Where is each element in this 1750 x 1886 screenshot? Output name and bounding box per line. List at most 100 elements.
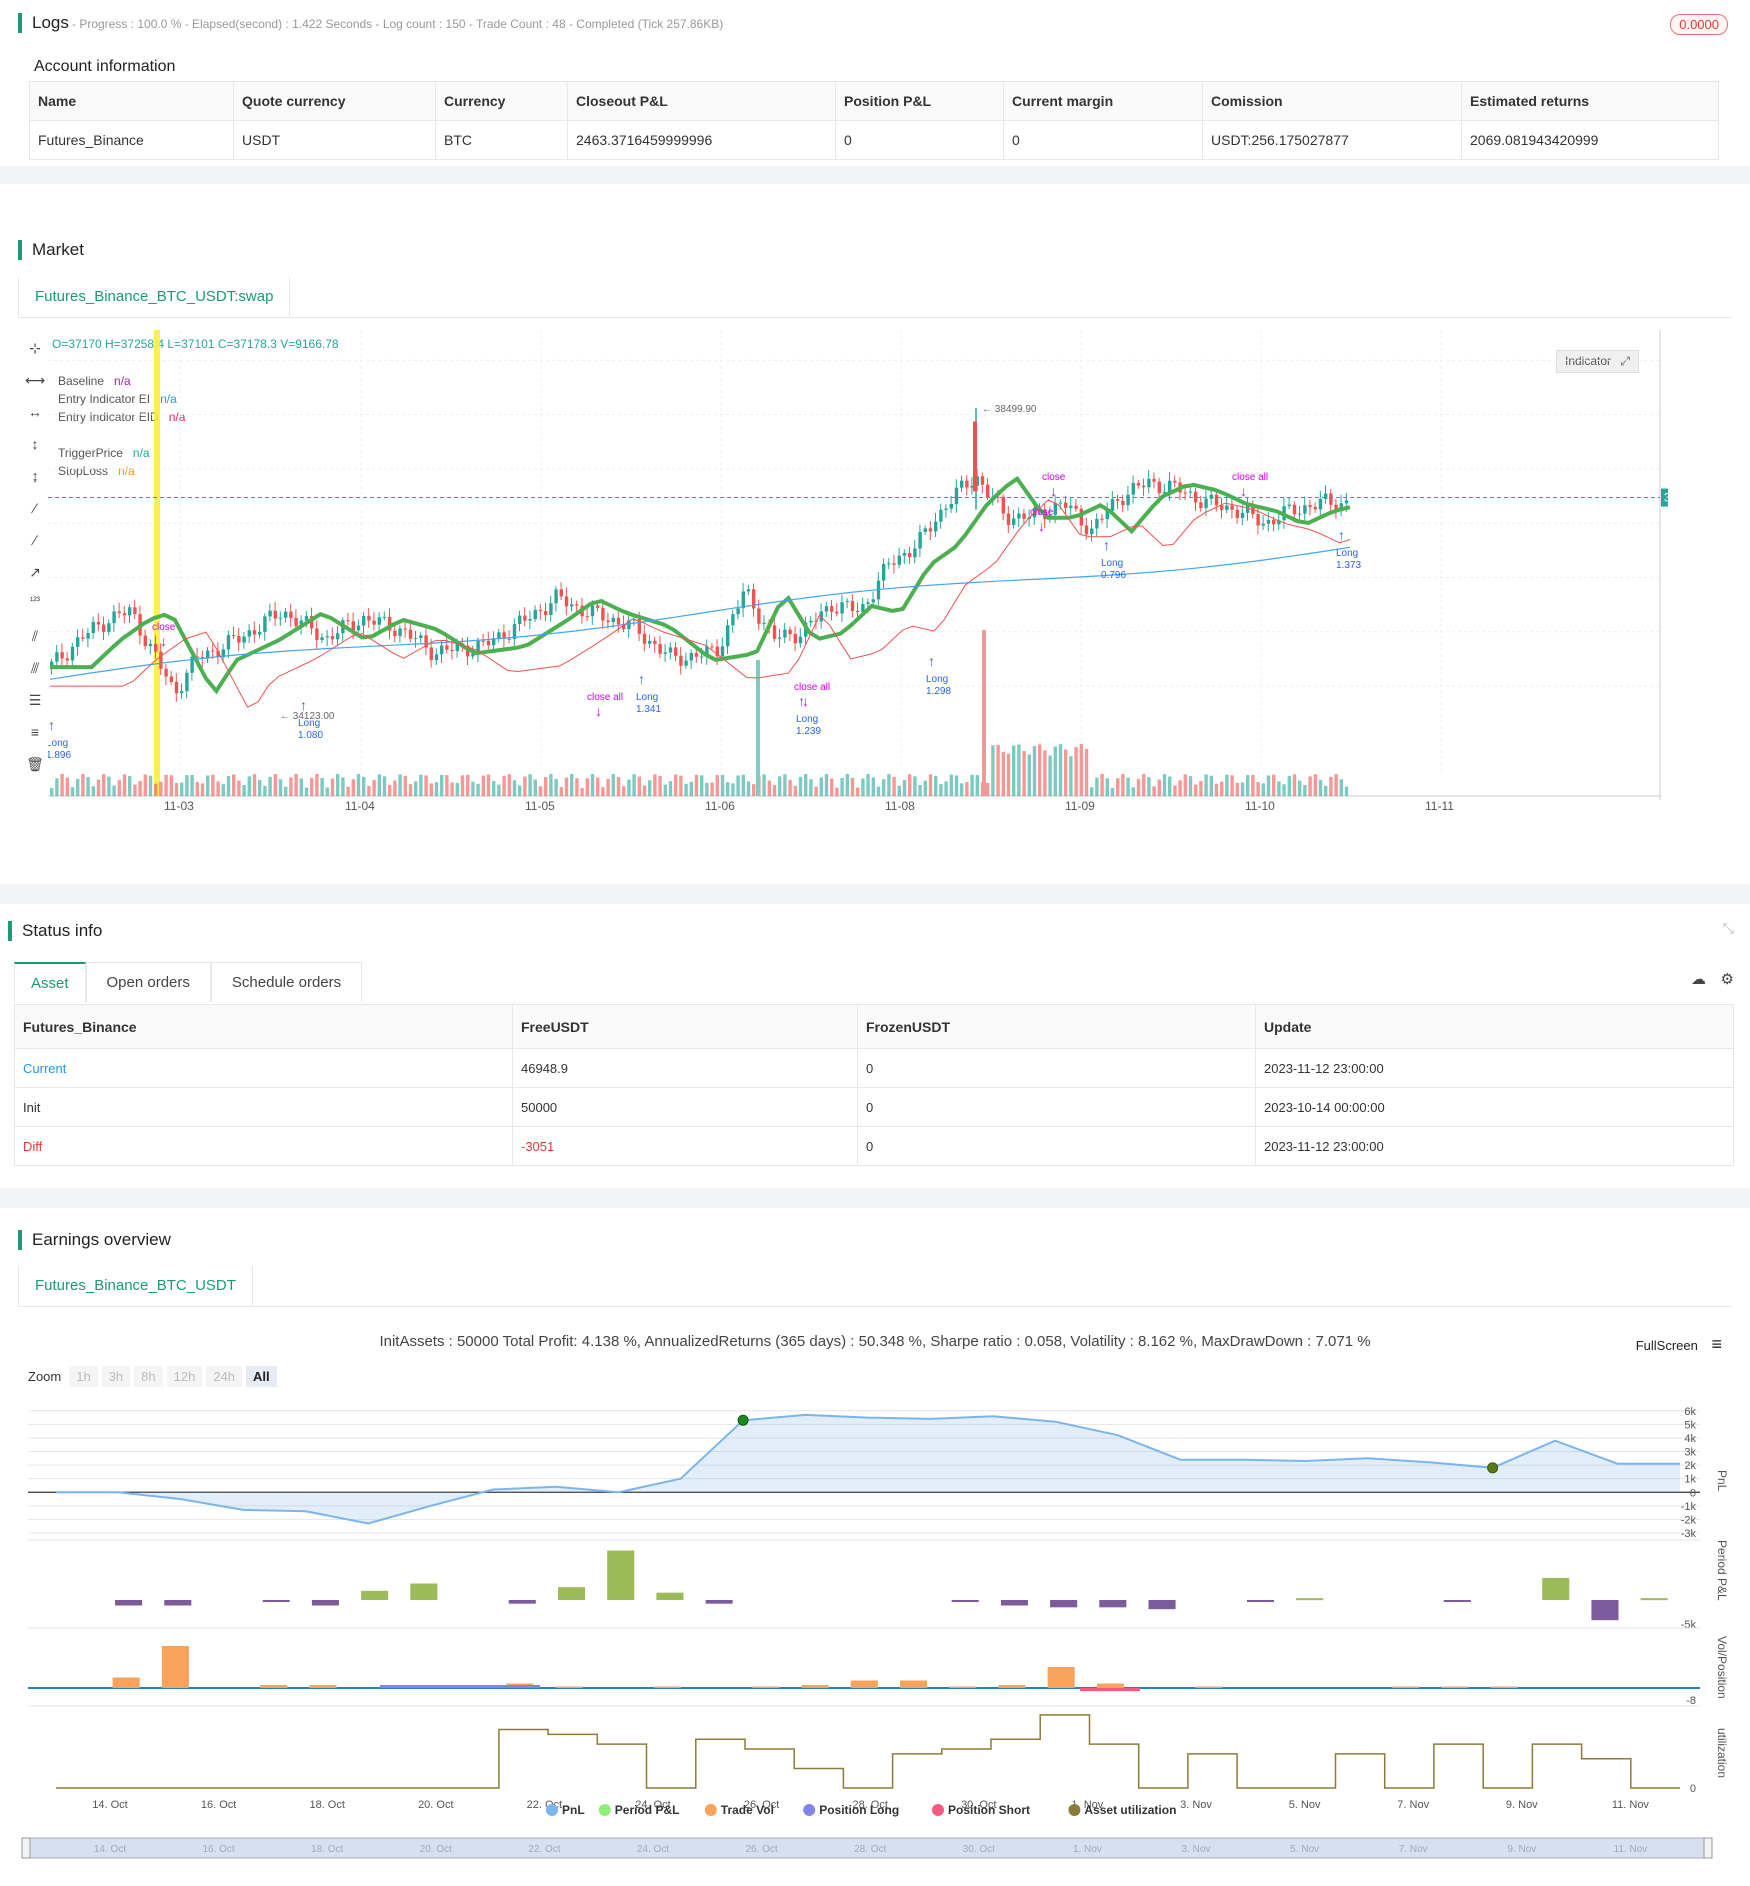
volume-bar [419,774,423,796]
candlestick-chart[interactable]: 39200.0038400.0037600.0036800.0036000.00… [48,330,1668,850]
volume-bar [1048,755,1052,796]
candle-body [1230,505,1234,510]
candle-body [1199,502,1203,509]
volume-bar [1079,744,1083,796]
settings-lines-icon[interactable]: ≡ [22,724,48,756]
period-bar [1000,1600,1028,1606]
vertical-line-icon[interactable]: ↕ [22,436,48,468]
volume-bar [377,774,381,796]
candle-body [1017,513,1021,519]
highlight-bar [154,330,160,796]
close-annotation: close all [794,682,830,693]
candle-body [1147,478,1151,488]
volume-bar [122,774,127,796]
tab-schedule-orders[interactable]: Schedule orders [210,962,363,1002]
zoom-12h[interactable]: 12h [166,1366,203,1387]
period-bar [311,1600,339,1606]
volume-bar [1110,787,1115,796]
zoom-3h[interactable]: 3h [101,1366,131,1387]
ray-tool-icon[interactable]: ↔ [22,404,48,436]
zoom-1h[interactable]: 1h [69,1366,98,1387]
extended-line-icon[interactable]: ∕ [22,532,48,564]
volume-bar [991,745,995,796]
fullscreen-button[interactable]: FullScreen ≡ [1636,1334,1722,1355]
account-header: Currency [435,81,568,121]
navigator-label: 14. Oct [94,1844,126,1855]
line-tool-icon[interactable]: ⟷ [22,372,48,404]
asset-header-row: Futures_Binance FreeUSDT FrozenUSDT Upda… [14,1004,1734,1049]
trade-vol-bar [1047,1667,1075,1688]
vertical-ray-icon[interactable]: ↨ [22,468,48,500]
candle-body [684,660,688,666]
candle-body [382,616,387,618]
candle-body [616,617,621,625]
candle-body [445,645,449,650]
volume-bar [923,780,927,796]
asset-cell: 0 [857,1048,1256,1088]
zoom-8h[interactable]: 8h [134,1366,163,1387]
earnings-chart[interactable]: 6k5k4k3k2k1k0-1k-2k-3kPnL-5kPeriod P&L-8… [0,1390,1750,1886]
cloud-download-icon[interactable]: ☁ [1691,970,1706,988]
logs-badge[interactable]: 0.0000 [1670,14,1728,35]
candle-body [648,640,652,644]
candle-body [252,630,257,635]
trade-size-label: 1.341 [636,704,661,715]
volume-bar [398,774,402,796]
candle-body [1053,502,1057,515]
period-bar [1148,1600,1176,1610]
candle-body [918,531,922,549]
account-table: Name Quote currency Currency Closeout P&… [29,81,1719,160]
volume-bar [310,777,314,796]
volume-bar [273,774,277,796]
account-cell: 2069.081943420999 [1461,120,1719,160]
price-label-icon[interactable]: ¹²³ [22,596,48,628]
zoom-all[interactable]: All [246,1366,277,1387]
navigator-label: 30. Oct [963,1844,995,1855]
crosshair-tool-icon[interactable]: ⊹ [22,340,48,372]
legend-label: Position Long [819,1803,899,1817]
volume-bar [356,774,361,796]
period-bar [262,1600,290,1602]
candle-body [372,620,376,625]
candle-body [575,604,579,606]
trash-icon[interactable]: 🗑 [22,756,48,788]
candle-body [1136,482,1141,486]
volume-bar [195,782,199,796]
collapse-icon[interactable]: ⤡ [1723,920,1734,937]
arrow-line-icon[interactable]: ↗ [22,564,48,596]
volume-bar [1344,786,1349,796]
candle-body [1095,518,1099,529]
gear-icon[interactable]: ⚙ [1721,970,1734,988]
volume-bar [746,781,751,796]
fib-icon[interactable]: ☰ [22,692,48,724]
parallel-channel-icon[interactable]: ⫽ [22,628,48,660]
candle-body [1298,513,1302,515]
candle-body [1266,519,1271,524]
candle-body [726,625,730,647]
zoom-24h[interactable]: 24h [206,1366,243,1387]
tab-earnings-symbol[interactable]: Futures_Binance_BTC_USDT [18,1266,253,1306]
pitchfork-icon[interactable]: ⫻ [22,660,48,692]
candle-body [1006,513,1011,525]
trend-line-icon[interactable]: ⁄ [22,500,48,532]
date-tick-label: 11-09 [1065,799,1095,813]
candle-body [1204,498,1208,509]
x-tick-label: 14. Oct [92,1799,127,1811]
volume-bar [1225,774,1229,796]
candle-body [1079,508,1083,526]
candle-body [658,643,662,654]
row-label-current[interactable]: Current [14,1048,513,1088]
tab-market-symbol[interactable]: Futures_Binance_BTC_USDT:swap [18,277,291,317]
tab-open-orders[interactable]: Open orders [85,962,211,1002]
tab-asset[interactable]: Asset [14,962,86,1002]
navigator-label: 9. Nov [1507,1844,1536,1855]
navigator-label: 28. Oct [854,1844,886,1855]
volume-bar [840,777,844,796]
x-tick-label: 18. Oct [309,1799,344,1811]
volume-bar [497,784,501,796]
candle-body [414,638,418,640]
menu-icon[interactable]: ≡ [1711,1334,1722,1354]
pnl-tick-label: 4k [1684,1433,1696,1445]
volume-bar [835,787,839,796]
volume-bar [590,774,595,796]
